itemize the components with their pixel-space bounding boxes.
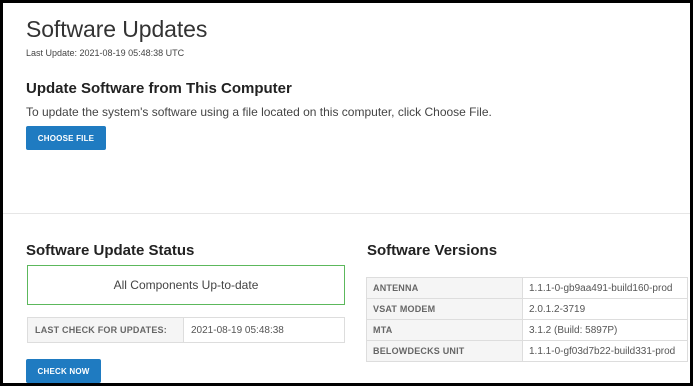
component-version: 1.1.1-0-gb9aa491-build160-prod — [522, 277, 688, 299]
software-versions-heading: Software Versions — [367, 242, 498, 259]
table-row: MTA 3.1.2 (Build: 5897P) — [366, 319, 688, 341]
table-row: ANTENNA 1.1.1-0-gb9aa491-build160-prod — [366, 277, 688, 299]
component-version: 1.1.1-0-gf03d7b22-build331-prod — [522, 340, 688, 362]
component-name: BELOWDECKS UNIT — [366, 340, 523, 362]
page-frame: Software Updates Last Update: 2021-08-19… — [0, 0, 693, 386]
software-versions-table: ANTENNA 1.1.1-0-gb9aa491-build160-prod V… — [366, 277, 688, 362]
component-version: 2.0.1.2-3719 — [522, 298, 688, 320]
check-now-button[interactable]: CHECK NOW — [26, 359, 101, 383]
last-update-timestamp: Last Update: 2021-08-19 05:48:38 UTC — [26, 48, 185, 58]
component-name: ANTENNA — [366, 277, 523, 299]
update-status-box: All Components Up-to-date — [27, 265, 345, 305]
last-check-row: LAST CHECK FOR UPDATES: 2021-08-19 05:48… — [27, 317, 345, 343]
component-name: VSAT MODEM — [366, 298, 523, 320]
table-row: VSAT MODEM 2.0.1.2-3719 — [366, 298, 688, 320]
choose-file-button[interactable]: CHOOSE FILE — [26, 126, 106, 150]
component-name: MTA — [366, 319, 523, 341]
table-row: BELOWDECKS UNIT 1.1.1-0-gf03d7b22-build3… — [366, 340, 688, 362]
upload-section-description: To update the system's software using a … — [26, 105, 492, 119]
component-version: 3.1.2 (Build: 5897P) — [522, 319, 688, 341]
page-title: Software Updates — [26, 16, 208, 42]
update-status-message: All Components Up-to-date — [113, 278, 259, 292]
upload-section-heading: Update Software from This Computer — [26, 80, 292, 97]
update-status-heading: Software Update Status — [26, 242, 195, 259]
last-check-label: LAST CHECK FOR UPDATES: — [28, 318, 184, 342]
last-check-value: 2021-08-19 05:48:38 — [191, 324, 284, 336]
section-divider — [3, 213, 690, 214]
